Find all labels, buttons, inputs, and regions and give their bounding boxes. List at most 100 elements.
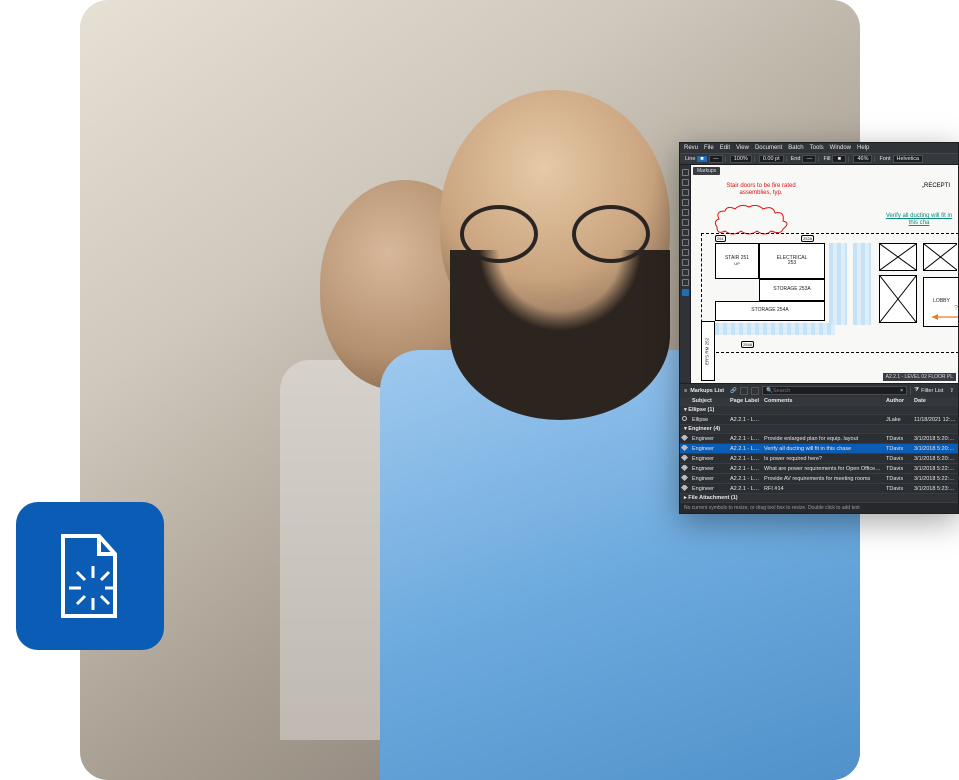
markups-panel: ≡ Markups List 🔗 🔍 × ⧩ Filter List ⇪ Sub… [680, 383, 958, 513]
markup-icon [681, 435, 688, 441]
filter-list[interactable]: ⧩ Filter List [910, 386, 946, 395]
menu-tools[interactable]: Tools [810, 145, 824, 151]
table-row[interactable]: Engineer A2.2.1 - LEVE… Provide AV requi… [680, 474, 958, 484]
tool-icon-10[interactable] [682, 259, 689, 266]
room-label-up: UP [734, 262, 740, 266]
link-icon[interactable]: 🔗 [730, 388, 737, 394]
room-tag-252a: 252A [801, 235, 814, 242]
tool-icon-8[interactable] [682, 239, 689, 246]
export-icon[interactable]: ⇪ [949, 388, 954, 394]
markup-icon [681, 455, 688, 461]
group-ellipse[interactable]: ▾ Ellipse (1) [680, 406, 958, 415]
tool-icon-7[interactable] [682, 229, 689, 236]
markup-icon [681, 445, 688, 451]
table-row[interactable]: Engineer A2.2.1 - LEVE… Is power require… [680, 454, 958, 464]
tool-icon-1[interactable] [682, 169, 689, 176]
drawing-canvas[interactable]: Markups Stair doors to be fire rated ass… [691, 165, 958, 383]
menu-help[interactable]: Help [857, 145, 869, 151]
tool-icon-9[interactable] [682, 249, 689, 256]
person-2-beard [450, 250, 670, 420]
equip-box-3 [923, 243, 957, 271]
tool-icon-3[interactable] [682, 189, 689, 196]
floor-plan: STAIR 251 UP ELECTRICAL 253 STORAGE 253A… [701, 193, 958, 381]
col-date[interactable]: Date [912, 398, 958, 404]
filter-label: Filter List [921, 388, 943, 394]
fill-label: Fill [823, 156, 830, 162]
search-icon: 🔍 [766, 388, 773, 394]
arrow-callout-orange[interactable] [928, 311, 958, 323]
equip-box-2 [879, 275, 917, 323]
markup-icon [681, 475, 688, 481]
table-row[interactable]: Engineer A2.2.1 - LEVE… What are power r… [680, 464, 958, 474]
font-dropdown[interactable]: Helvetica [893, 155, 924, 163]
panel-tool-2[interactable] [751, 387, 759, 395]
panel-expand-icon[interactable]: ≡ [684, 388, 687, 394]
status-bar: No current symbols to resize, or drag to… [680, 503, 958, 513]
properties-toolbar: Line ■ — 100% 0.00 pt End — Fill ■ 46% F… [680, 153, 958, 165]
duct-1 [829, 243, 847, 325]
line-width-input[interactable]: 0.00 pt [759, 155, 784, 163]
room-storage-253a: STORAGE 253A [759, 279, 825, 301]
tool-icon-5[interactable] [682, 209, 689, 216]
clear-search-icon[interactable]: × [900, 388, 903, 394]
markup-icon [681, 485, 688, 491]
menu-batch[interactable]: Batch [788, 145, 803, 151]
col-page-label[interactable]: Page Label [728, 398, 762, 404]
fill-swatch[interactable]: ■ [832, 155, 846, 163]
room-ers-rm-252: ER'S RM 252 [701, 321, 715, 381]
document-spark-icon [55, 532, 125, 620]
group-engineer[interactable]: ▾ Engineer (4) [680, 425, 958, 434]
table-row[interactable]: Ellipse A2.2.1 - LEVE… JLake 11/18/2021 … [680, 415, 958, 425]
room-electrical-253: ELECTRICAL 253 [759, 243, 825, 279]
menu-window[interactable]: Window [830, 145, 851, 151]
table-row[interactable]: Engineer A2.2.1 - LEVE… Provide enlarged… [680, 434, 958, 444]
panel-tool-1[interactable] [740, 387, 748, 395]
room-storage-254a: STORAGE 254A [715, 301, 825, 321]
page-zoom[interactable]: 46% [853, 155, 872, 163]
document-tab[interactable]: Markups [693, 167, 720, 175]
group-file-attachment[interactable]: ▸ File Attachment (1) [680, 494, 958, 503]
room-tag-251: 251 [715, 235, 726, 242]
menu-revu[interactable]: Revu [684, 145, 698, 151]
markups-search[interactable]: 🔍 × [762, 386, 907, 395]
end-label: End [791, 156, 801, 162]
markups-table-header: Subject Page Label Comments Author Date [680, 397, 958, 406]
tool-icon-6[interactable] [682, 219, 689, 226]
tool-icon-12[interactable] [682, 279, 689, 286]
markups-panel-title: Markups List [690, 388, 724, 394]
tool-icon-2[interactable] [682, 179, 689, 186]
line-color-swatch[interactable]: ■ [697, 156, 706, 162]
menubar: Revu File Edit View Document Batch Tools… [680, 143, 958, 153]
markup-icon [681, 465, 688, 471]
duct-3 [715, 323, 835, 335]
col-comments[interactable]: Comments [762, 398, 884, 404]
feature-badge [16, 502, 164, 650]
markups-panel-header: ≡ Markups List 🔗 🔍 × ⧩ Filter List ⇪ [680, 384, 958, 397]
zoom-value[interactable]: 100% [730, 155, 752, 163]
table-row-selected[interactable]: Engineer A2.2.1 - LEVE… Verify all ducti… [680, 444, 958, 454]
col-author[interactable]: Author [884, 398, 912, 404]
font-label: Font [879, 156, 890, 162]
menu-document[interactable]: Document [755, 145, 782, 151]
filter-icon: ⧩ [914, 387, 919, 394]
menu-file[interactable]: File [704, 145, 714, 151]
left-tool-rail [680, 165, 691, 383]
col-subject[interactable]: Subject [690, 398, 728, 404]
room-label-reception: „RECEPTI [922, 183, 950, 189]
tool-icon-4[interactable] [682, 199, 689, 206]
end-cap-dropdown[interactable]: — [802, 155, 816, 163]
sheet-label[interactable]: A2.2.1 - LEVEL 02 FLOOR PL [883, 373, 956, 381]
table-row[interactable]: Engineer A2.2.1 - LEVE… RFI #14 TDavis 3… [680, 484, 958, 494]
question-mark-callout[interactable]: ? [954, 305, 958, 312]
ellipse-icon [681, 416, 688, 422]
menu-view[interactable]: View [736, 145, 749, 151]
line-style-dropdown[interactable]: — [709, 155, 723, 163]
tool-icon-11[interactable] [682, 269, 689, 276]
menu-edit[interactable]: Edit [720, 145, 730, 151]
room-tag-254a: 254A [741, 341, 754, 348]
room-stair-251: STAIR 251 UP [715, 243, 759, 279]
app-window: Revu File Edit View Document Batch Tools… [679, 142, 959, 514]
duct-2 [853, 243, 871, 325]
tool-icon-13[interactable] [682, 289, 689, 296]
markups-search-input[interactable] [773, 388, 900, 394]
